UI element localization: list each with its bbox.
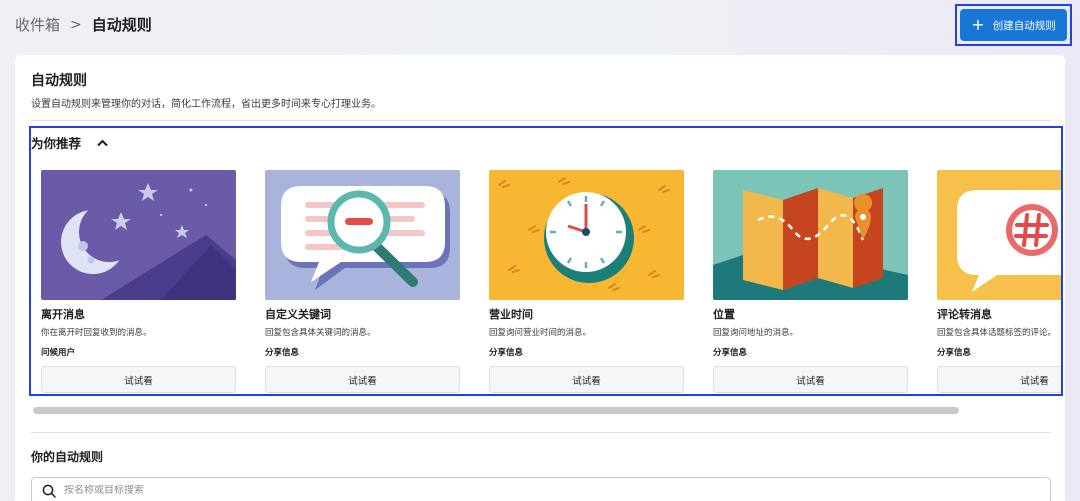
tile-description: 你在离开时回复收到的消息。: [41, 328, 152, 338]
tile-tag: 分享信息: [713, 348, 748, 358]
tile-business-hours: 营业时间 回复询问营业时间的消息。 分享信息 试试看: [489, 170, 684, 393]
moon-icon: [41, 170, 236, 300]
breadcrumb: 收件箱 > 自动规则: [15, 14, 152, 35]
tile-away-message: 离开消息 你在离开时回复收到的消息。 问候用户 试试看: [41, 170, 236, 393]
tile-location: 位置 回复询问地址的消息。 分享信息 试试看: [713, 170, 908, 393]
tile-tag: 分享信息: [489, 348, 524, 358]
tile-tag: 分享信息: [265, 348, 300, 358]
your-rules-title: 你的自动规则: [31, 450, 104, 464]
tile-title: 评论转消息: [937, 308, 992, 321]
tile-title: 离开消息: [41, 308, 85, 321]
search-box[interactable]: [31, 477, 1051, 501]
breadcrumb-inbox[interactable]: 收件箱: [15, 14, 60, 35]
recommended-header[interactable]: 为你推荐: [31, 133, 108, 152]
recommended-title: 为你推荐: [31, 136, 82, 151]
tile-title: 自定义关键词: [265, 308, 331, 321]
tile-comment-to-message: 评论转消息 回复包含具体话题标签的评论。 分享信息 试试看: [937, 170, 1061, 393]
create-rule-highlight: + 创建自动规则: [955, 4, 1072, 46]
tile-custom-keywords: 自定义关键词 回复包含具体关键词的消息。 分享信息 试试看: [265, 170, 460, 393]
try-button-business-hours[interactable]: 试试看: [489, 366, 684, 393]
recommended-section: 为你推荐 离开消息 你在离开时回复收到的消息。 问候用户 试试看 自定义关键词 …: [29, 126, 1063, 396]
create-rule-label: 创建自动规则: [992, 19, 1056, 32]
try-button-comment-to-message[interactable]: 试试看: [937, 366, 1061, 393]
page-title: 自动规则: [91, 16, 152, 34]
tile-title: 营业时间: [489, 308, 533, 321]
tile-description: 回复包含具体关键词的消息。: [265, 328, 376, 338]
hashtag-icon: [937, 170, 1061, 300]
breadcrumb-separator: >: [70, 16, 82, 33]
tile-tag: 问候用户: [41, 348, 76, 358]
create-rule-button[interactable]: + 创建自动规则: [960, 9, 1067, 41]
search-icon: [42, 484, 56, 498]
try-button-location[interactable]: 试试看: [713, 366, 908, 393]
chevron-up-icon[interactable]: [97, 139, 108, 147]
tile-description: 回复询问地址的消息。: [713, 328, 799, 338]
horizontal-scrollbar[interactable]: [33, 407, 959, 414]
magnifier-icon: [265, 170, 460, 300]
tile-tag: 分享信息: [937, 348, 972, 358]
main-card: 自动规则 设置自动规则来管理你的对话，简化工作流程，省出更多时间来专心打理业务。…: [15, 55, 1065, 501]
tile-title: 位置: [713, 308, 735, 321]
tile-description: 回复包含具体话题标签的评论。: [937, 328, 1057, 338]
section-title: 自动规则: [31, 73, 87, 89]
plus-icon: +: [971, 15, 985, 34]
try-button-custom-keywords[interactable]: 试试看: [265, 366, 460, 393]
divider: [31, 120, 1051, 121]
section-description: 设置自动规则来管理你的对话，简化工作流程，省出更多时间来专心打理业务。: [31, 99, 381, 110]
top-bar: 收件箱 > 自动规则 + 创建自动规则: [0, 0, 1080, 50]
divider: [31, 432, 1051, 433]
search-input[interactable]: [64, 485, 964, 496]
try-button-away-message[interactable]: 试试看: [41, 366, 236, 393]
map-icon: [713, 170, 908, 300]
clock-icon: [489, 170, 684, 300]
tile-description: 回复询问营业时间的消息。: [489, 328, 592, 338]
